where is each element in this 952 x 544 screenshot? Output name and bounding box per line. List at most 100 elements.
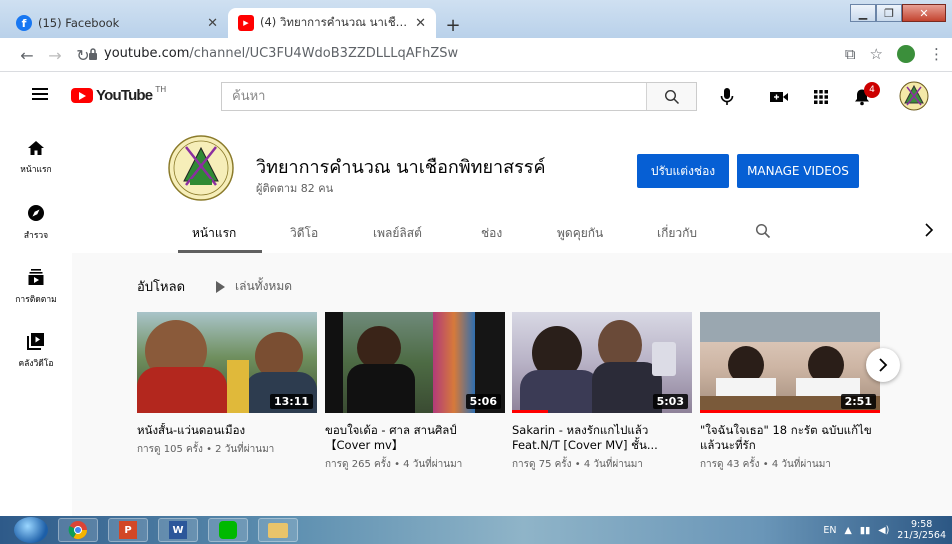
tab-facebook[interactable]: f (15) Facebook ✕ <box>6 8 228 38</box>
system-clock[interactable]: 9:58 21/3/2564 <box>897 519 946 541</box>
back-icon[interactable]: ← <box>18 46 36 65</box>
hamburger-menu-icon[interactable] <box>32 88 48 100</box>
region-code: TH <box>155 85 167 94</box>
close-icon[interactable]: ✕ <box>415 16 426 31</box>
chevron-right-icon[interactable] <box>924 223 934 237</box>
video-card[interactable]: 2:51 "ใจฉันใจเธอ" 18 กะรัต ฉบับแก้ไขแล้ว… <box>700 312 880 472</box>
video-meta: การดู 265 ครั้ง • 4 วันที่ผ่านมา <box>325 459 463 470</box>
tab-discussion[interactable]: พูดคุยกัน <box>557 224 603 243</box>
minimize-button[interactable]: ▁ <box>850 4 876 22</box>
tab-label: (4) วิทยาการคำนวณ นาเชือกพิทยาสรรค์ <box>260 15 410 29</box>
tray-expand-icon[interactable]: ▲ <box>844 525 851 536</box>
video-thumbnail[interactable]: 13:11 <box>137 312 317 413</box>
tab-youtube[interactable]: ▶ (4) วิทยาการคำนวณ นาเชือกพิทยาสรรค์ ✕ <box>228 8 436 38</box>
profile-icon[interactable] <box>897 45 915 63</box>
tab-label: (15) Facebook <box>38 16 120 30</box>
taskbar-explorer[interactable] <box>258 518 298 542</box>
shelf-next-button[interactable] <box>866 348 900 382</box>
tab-home[interactable]: หน้าแรก <box>192 224 236 243</box>
subscriber-count: ผู้ติดตาม 82 คน <box>256 182 334 195</box>
video-thumbnail[interactable]: 2:51 <box>700 312 880 413</box>
taskbar-chrome[interactable] <box>58 518 98 542</box>
youtube-wordmark: YouTube <box>96 87 153 104</box>
new-tab-button[interactable]: + <box>442 14 464 36</box>
powerpoint-icon: P <box>119 521 137 539</box>
apps-grid-icon[interactable] <box>810 85 832 109</box>
guide-item-library[interactable]: คลังวิดีโอ <box>0 332 72 370</box>
library-icon <box>27 333 44 350</box>
channel-title: วิทยาการคำนวณ นาเชือกพิทยาสรรค์ <box>256 157 546 178</box>
customize-channel-button[interactable]: ปรับแต่งช่อง <box>637 154 729 188</box>
input-language[interactable]: EN <box>823 525 836 536</box>
play-icon <box>216 280 225 293</box>
search-button[interactable] <box>646 83 696 110</box>
search-input[interactable] <box>222 83 646 110</box>
video-card[interactable]: 5:03 Sakarin - หลงรักแกไปแล้ว Feat.N/T [… <box>512 312 692 472</box>
video-title[interactable]: "ใจฉันใจเธอ" 18 กะรัต ฉบับแก้ไขแล้วนะที่… <box>700 423 880 453</box>
tab-about[interactable]: เกี่ยวกับ <box>657 224 697 243</box>
video-card[interactable]: 5:06 ขอบใจเด้อ - ศาล สานศิลป์ 【Cover mv】… <box>325 312 505 472</box>
video-title[interactable]: หนังสั้น-แว่นดอนเมือง <box>137 423 317 438</box>
volume-icon[interactable]: ◀) <box>878 525 889 536</box>
video-card[interactable]: 13:11 หนังสั้น-แว่นดอนเมือง การดู 105 คร… <box>137 312 317 457</box>
guide-label: หน้าแรก <box>20 165 52 175</box>
browser-tab-strip: f (15) Facebook ✕ ▶ (4) วิทยาการคำนวณ นา… <box>0 0 952 38</box>
shelf-title: อัปโหลด <box>137 280 186 295</box>
start-button[interactable] <box>14 517 48 543</box>
url-host: youtube.com <box>104 46 190 61</box>
video-title[interactable]: ขอบใจเด้อ - ศาล สานศิลป์ 【Cover mv】 <box>325 423 505 453</box>
video-meta: การดู 43 ครั้ง • 4 วันที่ผ่านมา <box>700 459 831 470</box>
video-duration: 2:51 <box>840 394 876 409</box>
channel-header: วิทยาการคำนวณ นาเชือกพิทยาสรรค์ ผู้ติดตา… <box>72 122 952 253</box>
account-avatar[interactable] <box>898 80 930 112</box>
video-duration: 5:03 <box>652 394 688 409</box>
guide-label: การติดตาม <box>15 295 57 305</box>
share-icon[interactable]: ⧉ <box>845 45 856 63</box>
bookmark-star-icon[interactable]: ☆ <box>870 45 883 63</box>
youtube-header: YouTube TH <box>0 72 952 122</box>
clock-date: 21/3/2564 <box>897 530 946 541</box>
tab-channels[interactable]: ช่อง <box>481 224 502 243</box>
system-tray: EN ▲ ▮▮ ◀) 9:58 21/3/2564 <box>823 519 946 541</box>
active-tab-indicator <box>178 250 262 253</box>
guide-label: สำรวจ <box>23 231 49 241</box>
youtube-play-icon <box>71 88 93 103</box>
watch-progress-bar <box>512 410 548 413</box>
video-meta: การดู 105 ครั้ง • 2 วันที่ผ่านมา <box>137 444 275 455</box>
guide-item-explore[interactable]: สำรวจ <box>0 204 72 242</box>
maximize-button[interactable]: ❐ <box>876 4 902 22</box>
video-title[interactable]: Sakarin - หลงรักแกไปแล้ว Feat.N/T [Cover… <box>512 423 692 453</box>
guide-item-subscriptions[interactable]: การติดตาม <box>0 268 72 306</box>
forward-icon[interactable]: → <box>46 46 64 65</box>
taskbar-line[interactable] <box>208 518 248 542</box>
microphone-icon[interactable] <box>716 85 738 109</box>
channel-avatar <box>168 135 234 201</box>
youtube-logo[interactable]: YouTube TH <box>71 85 167 104</box>
close-icon[interactable]: ✕ <box>207 16 218 31</box>
guide-item-home[interactable]: หน้าแรก <box>0 140 72 176</box>
create-video-icon[interactable] <box>768 85 790 109</box>
channel-search-icon[interactable] <box>755 223 771 239</box>
chrome-icon <box>68 521 87 540</box>
window-controls: ▁ ❐ ✕ <box>850 4 946 22</box>
video-meta: การดู 75 ครั้ง • 4 วันที่ผ่านมา <box>512 459 643 470</box>
network-icon[interactable]: ▮▮ <box>860 525 870 536</box>
url-field[interactable]: youtube.com/channel/UC3FU4WdoB3ZZDLLLqAF… <box>104 46 458 61</box>
main-content: วิทยาการคำนวณ นาเชือกพิทยาสรรค์ ผู้ติดตา… <box>72 122 952 516</box>
window-close-button[interactable]: ✕ <box>902 4 946 22</box>
youtube-icon: ▶ <box>238 15 254 31</box>
video-thumbnail[interactable]: 5:03 <box>512 312 692 413</box>
manage-videos-button[interactable]: MANAGE VIDEOS <box>737 154 859 188</box>
notification-count-badge: 4 <box>864 82 880 98</box>
taskbar-powerpoint[interactable]: P <box>108 518 148 542</box>
word-icon: W <box>169 521 187 539</box>
taskbar-word[interactable]: W <box>158 518 198 542</box>
video-thumbnail[interactable]: 5:06 <box>325 312 505 413</box>
watch-progress-bar <box>700 410 880 413</box>
tab-videos[interactable]: วิดีโอ <box>290 224 318 243</box>
tab-playlists[interactable]: เพลย์ลิสต์ <box>373 224 422 243</box>
play-all-button[interactable]: เล่นทั้งหมด <box>216 277 292 296</box>
chevron-right-icon <box>879 358 888 372</box>
more-menu-icon[interactable]: ⋮ <box>929 45 944 63</box>
line-icon <box>219 521 237 539</box>
